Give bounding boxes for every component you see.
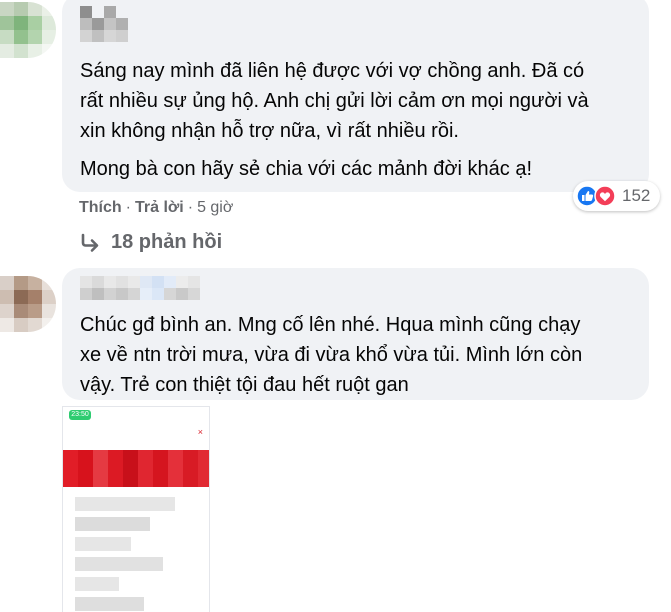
reaction-count: 152 bbox=[622, 186, 651, 205]
reply-button[interactable]: Trả lời bbox=[135, 199, 184, 217]
like-button[interactable]: Thích bbox=[79, 199, 122, 217]
blurred-banner bbox=[63, 450, 209, 487]
comment-bubble: Chúc gđ bình an. Mng cố lên nhé. Hqua mì… bbox=[62, 268, 649, 400]
comment-bubble: Sáng nay mình đã liên hệ được với vợ chồ… bbox=[62, 0, 649, 192]
commenter-avatar[interactable] bbox=[0, 276, 56, 332]
comment-text: Chúc gđ bình an. Mng cố lên nhé. Hqua mì… bbox=[80, 314, 583, 396]
commenter-name-blurred[interactable] bbox=[80, 6, 128, 42]
close-icon: × bbox=[197, 427, 203, 437]
reaction-summary[interactable]: 152 bbox=[573, 181, 661, 211]
replies-label: 18 phản hồi bbox=[111, 231, 223, 253]
comment-text-line: Mong bà con hãy sẻ chia với các mảnh đời… bbox=[80, 158, 533, 180]
separator: · bbox=[125, 199, 131, 216]
commenter-avatar[interactable] bbox=[0, 2, 56, 58]
comment-image-attachment[interactable]: 23:50 × bbox=[62, 406, 210, 612]
commenter-name-blurred[interactable] bbox=[80, 276, 212, 300]
status-time: 23:50 bbox=[69, 410, 91, 420]
comment-text: Sáng nay mình đã liên hệ được với vợ chồ… bbox=[80, 60, 589, 142]
comment-actions: Thích · Trả lời · 5 giờ bbox=[79, 199, 233, 217]
blurred-content bbox=[75, 497, 200, 612]
reply-arrow-icon bbox=[81, 233, 99, 252]
separator: · bbox=[187, 199, 194, 216]
view-replies-link[interactable]: 18 phản hồi bbox=[79, 231, 222, 254]
love-icon bbox=[594, 185, 616, 207]
comment-timestamp[interactable]: 5 giờ bbox=[197, 199, 233, 217]
